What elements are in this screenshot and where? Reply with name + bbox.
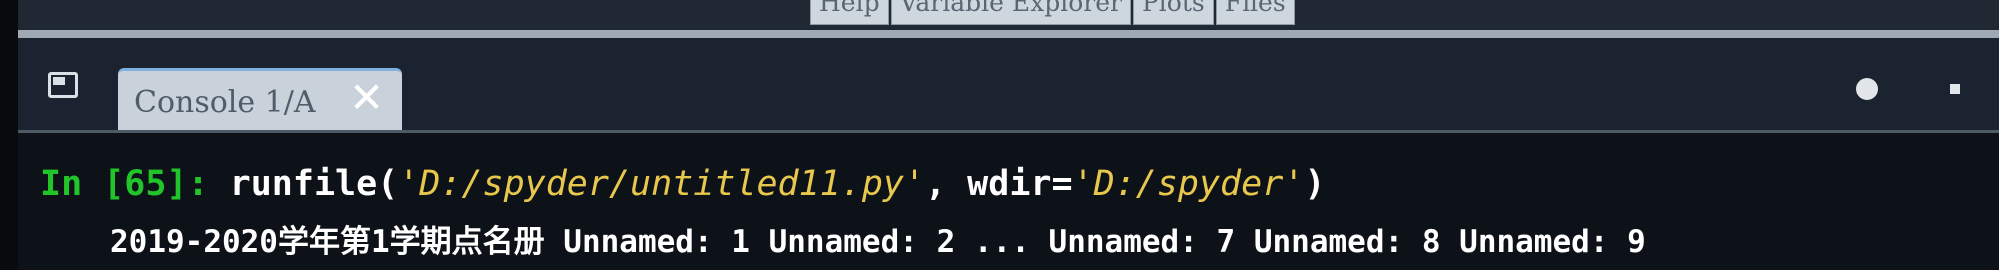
left-strip — [0, 0, 18, 270]
command-function: runfile( — [229, 164, 399, 204]
tab-help[interactable]: Help — [810, 0, 889, 25]
top-tabs: Help Variable Explorer Plots Files — [810, 0, 1295, 25]
tab-files[interactable]: Files — [1215, 0, 1295, 25]
command-separator: , wdir= — [925, 164, 1073, 204]
close-icon[interactable]: ✕ — [349, 77, 384, 119]
tab-plots[interactable]: Plots — [1132, 0, 1214, 25]
command-wdir: 'D:/spyder' — [1072, 164, 1305, 204]
console-tab-label: Console 1/A — [134, 85, 316, 120]
console-tab[interactable]: Console 1/A ✕ — [118, 68, 402, 130]
console-prompt: In [65]: — [40, 164, 209, 204]
command-end: ) — [1304, 164, 1326, 204]
console-input-line: In [65]: runfile('D:/spyder/untitled11.p… — [40, 164, 1325, 204]
options-icon[interactable] — [1856, 78, 1878, 100]
menu-icon[interactable] — [1950, 84, 1960, 94]
tab-variable-explorer[interactable]: Variable Explorer — [890, 0, 1131, 25]
pane-separator[interactable] — [18, 30, 1999, 38]
console-output-line: 2019-2020学年第1学期点名册 Unnamed: 1 Unnamed: 2… — [110, 224, 1646, 260]
undock-icon[interactable] — [48, 72, 78, 98]
command-filename: 'D:/spyder/untitled11.py' — [398, 164, 926, 204]
